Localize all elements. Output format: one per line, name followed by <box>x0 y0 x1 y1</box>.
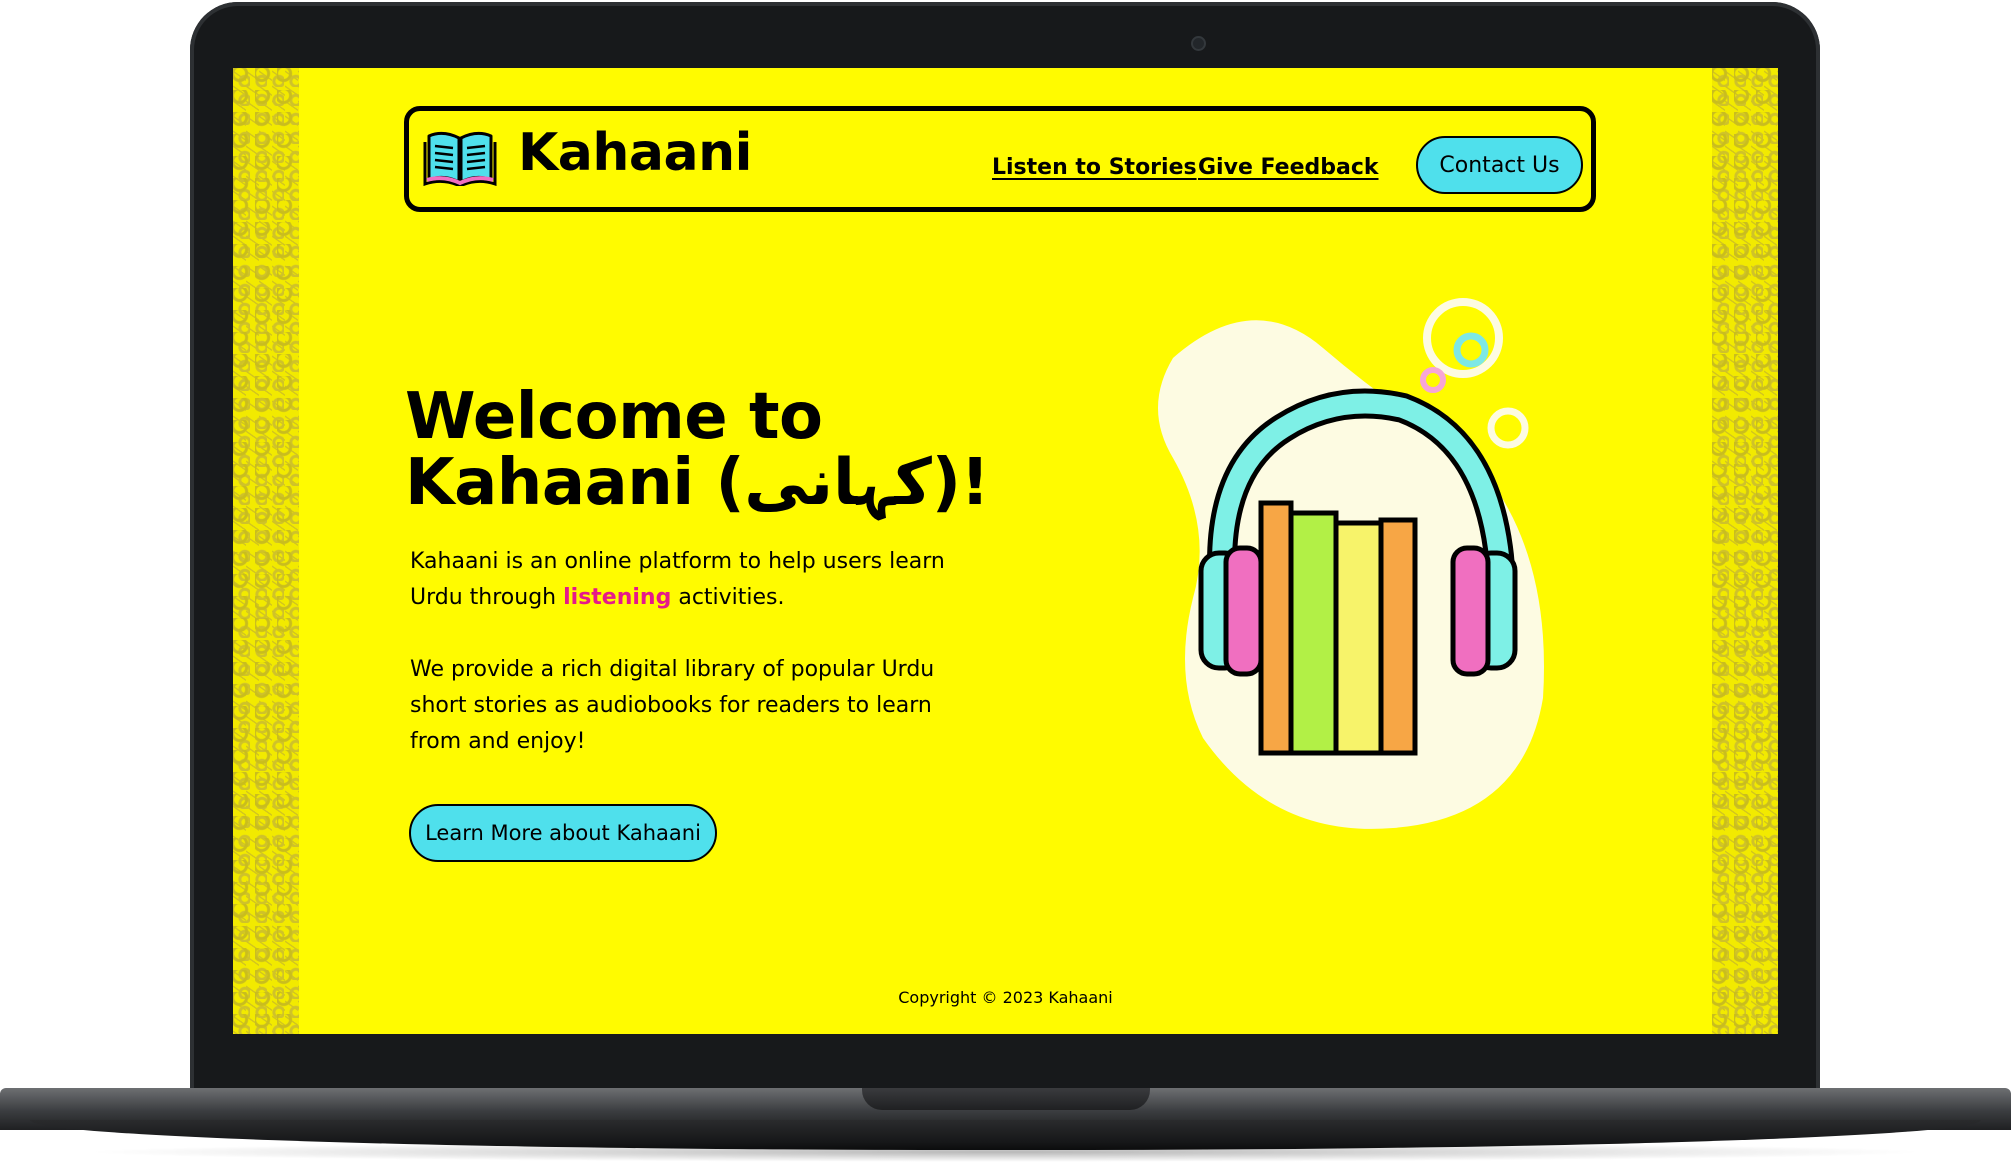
listening-highlight: listening <box>563 585 672 610</box>
learn-more-button[interactable]: Learn More about Kahaani <box>409 804 717 862</box>
bubble-small <box>1487 407 1529 449</box>
bubble-cyan <box>1453 332 1489 368</box>
headphones-books-illustration <box>1158 298 1544 829</box>
contact-us-button[interactable]: Contact Us <box>1416 136 1583 194</box>
hero-title-line2: Kahaani (کہانی)! <box>405 446 990 520</box>
urdu-pattern-right <box>1712 68 1778 1034</box>
nav-give-feedback[interactable]: Give Feedback <box>1198 155 1379 180</box>
hero-description: Kahaani is an online platform to help us… <box>410 544 990 760</box>
site-header: Kahaani Listen to Stories Give Feedback … <box>404 106 1596 212</box>
laptop-shadow <box>80 1142 1931 1162</box>
laptop-notch <box>862 1088 1150 1110</box>
brand-name[interactable]: Kahaani <box>518 123 752 183</box>
hero-paragraph-2: We provide a rich digital library of pop… <box>410 657 935 754</box>
nav-listen-to-stories[interactable]: Listen to Stories <box>992 155 1197 180</box>
open-book-icon <box>423 131 497 186</box>
urdu-pattern-left <box>233 68 299 1034</box>
hero-title: Welcome to Kahaani (کہانی)! <box>405 384 1045 516</box>
footer-copyright: Copyright © 2023 Kahaani <box>898 988 1113 1007</box>
bubble-pink <box>1420 367 1446 393</box>
para1-text-end: activities. <box>671 585 785 610</box>
camera-icon <box>1191 36 1206 51</box>
hero-title-line1: Welcome to <box>405 380 823 454</box>
hero-paragraph-1: Kahaani is an online platform to help us… <box>410 544 990 616</box>
browser-screen: Kahaani Listen to Stories Give Feedback … <box>233 68 1778 1034</box>
